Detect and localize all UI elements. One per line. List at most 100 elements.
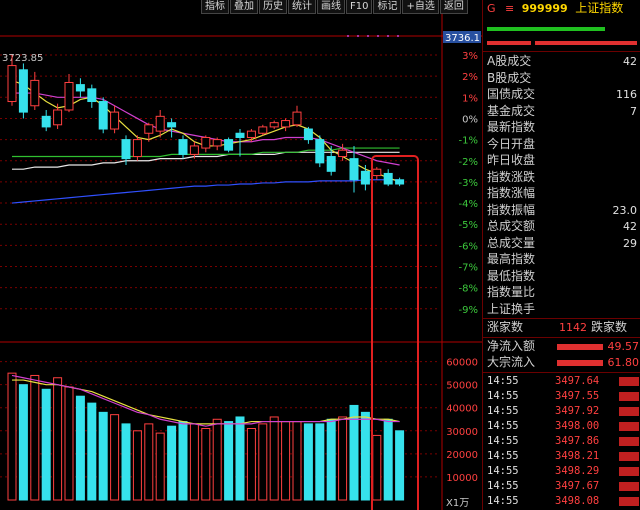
toolbar-button[interactable]: 标记 [373, 0, 402, 14]
candle-body [30, 79, 40, 107]
candle-body [315, 139, 325, 164]
volume-bar [189, 423, 199, 501]
ma-line-blue [11, 179, 400, 204]
marker-dot [367, 35, 369, 37]
tick-row[interactable]: 14:55 3498.00 [487, 419, 639, 434]
panel-divider [483, 51, 640, 52]
tick-price: 3497.64 [555, 375, 600, 387]
candle-body [167, 122, 177, 128]
candle-body [360, 170, 370, 185]
volume-bar [281, 421, 291, 501]
flow-label: 净流入额 [487, 339, 536, 353]
stat-row: B股成交 [487, 71, 637, 86]
stat-label: 指数振幅 [487, 202, 536, 217]
marker-dot [357, 35, 359, 37]
chart-toolbar: 指标 叠加 历史 统计 画线 F10 标记 +自选 返回 [200, 0, 482, 14]
toolbar-button[interactable]: 指标 [201, 0, 229, 14]
volume-bar [64, 386, 74, 501]
tick-row[interactable]: 14:55 3497.67 [487, 479, 639, 494]
candle-body [338, 149, 348, 158]
kline-chart-area[interactable]: 3% 2% 1% 0% -1% -2% -3% -4% -5% -6% -7% -8% -9% 60000… [0, 14, 482, 510]
toolbar-button[interactable]: 画线 [317, 0, 345, 14]
pct-tick-label: -7% [459, 263, 478, 274]
volume-bar [224, 421, 234, 501]
stat-label: A股成交 [487, 54, 532, 68]
stat-value: 7 [630, 104, 637, 118]
stat-row: 今日开盘 [487, 137, 637, 152]
tick-row[interactable]: 14:55 3497.92 [487, 404, 639, 419]
toolbar-button[interactable]: F10 [346, 0, 373, 14]
panel-divider [483, 318, 640, 319]
tick-row[interactable]: 14:55 3498.29 [487, 464, 639, 479]
pct-tick-label: -2% [459, 157, 478, 168]
volume-bar [212, 418, 222, 501]
flow-value: 61.80 [607, 356, 640, 369]
candle-body [212, 139, 222, 147]
tick-row[interactable]: 14:55 3498.08 [487, 494, 639, 509]
tick-volume-bar [619, 377, 639, 386]
pct-tick-label: -6% [459, 241, 478, 252]
stat-label: B股成交 [487, 70, 532, 85]
advance-label: 涨家数 [487, 320, 524, 334]
pct-tick-label: 2% [462, 72, 478, 83]
tick-time: 14:55 [487, 375, 519, 387]
vol-tick-label: 30000 [446, 427, 478, 438]
candle-body [349, 158, 359, 181]
stat-label: 基金成交 [487, 103, 536, 118]
candle-body [269, 122, 279, 128]
candle-body [326, 156, 336, 172]
candle-body [235, 132, 245, 138]
volume-bar [110, 414, 120, 501]
flow-row: 净流入额 49.57 [487, 339, 639, 354]
tick-price: 3498.08 [555, 495, 600, 507]
toolbar-button[interactable]: 历史 [259, 0, 287, 14]
candle-body [41, 115, 51, 128]
tick-row[interactable]: 14:55 3497.64 [487, 374, 639, 389]
toolbar-button[interactable]: 叠加 [230, 0, 258, 14]
toolbar-button[interactable]: +自选 [402, 0, 439, 14]
panel-divider [483, 372, 640, 373]
toolbar-button[interactable]: 返回 [439, 0, 468, 14]
candle-body [87, 88, 97, 103]
stat-row: 最新指数 [487, 120, 637, 135]
tick-time: 14:55 [487, 435, 519, 447]
candle-body [383, 172, 393, 185]
candle-body [98, 101, 108, 130]
panel-header: G ≡ 999999 上证指数 [487, 0, 623, 16]
volume-bar [201, 428, 211, 501]
kline-chart[interactable]: 3% 2% 1% 0% -1% -2% -3% -4% -5% -6% -7% -8% -9% 60000… [0, 14, 482, 510]
tick-row[interactable]: 14:55 3498.21 [487, 449, 639, 464]
tick-time: 14:55 [487, 405, 519, 417]
max-price-label: 3736.1 [445, 33, 480, 44]
tick-time: 14:55 [487, 420, 519, 432]
candle-body [75, 84, 85, 92]
stat-row: 指数量比 [487, 285, 637, 300]
volume-bar [326, 418, 336, 501]
menu-icon[interactable]: ≡ [505, 2, 514, 15]
buy-sell-bar-green [487, 27, 605, 31]
stat-row: 总成交额 42 [487, 219, 637, 234]
tick-price: 3498.00 [555, 420, 600, 432]
volume-bar [395, 430, 405, 501]
volume-bar [303, 423, 313, 501]
candle-body [132, 139, 142, 158]
toolbar-button[interactable]: 统计 [288, 0, 316, 14]
stat-label: 总成交量 [487, 235, 536, 250]
stat-label: 总成交额 [487, 219, 536, 233]
tick-price: 3498.21 [555, 450, 600, 462]
tick-volume-bar [619, 422, 639, 431]
flow-bar [557, 344, 603, 350]
marker-dot [397, 35, 399, 37]
vol-tick-label: 10000 [446, 473, 478, 484]
tick-volume-bar [619, 407, 639, 416]
stat-row: 总成交量 29 [487, 236, 637, 251]
candle-body [281, 120, 291, 128]
tick-row[interactable]: 14:55 3497.86 [487, 434, 639, 449]
volume-bar [315, 423, 325, 501]
pct-tick-label: -9% [459, 305, 478, 316]
tick-row[interactable]: 14:55 3497.55 [487, 389, 639, 404]
stat-label: 最高指数 [487, 252, 536, 266]
volume-unit-label: X1万 [446, 498, 469, 509]
stat-row: 指数振幅 23.0 [487, 203, 637, 218]
advance-count: 1142 [559, 321, 587, 334]
